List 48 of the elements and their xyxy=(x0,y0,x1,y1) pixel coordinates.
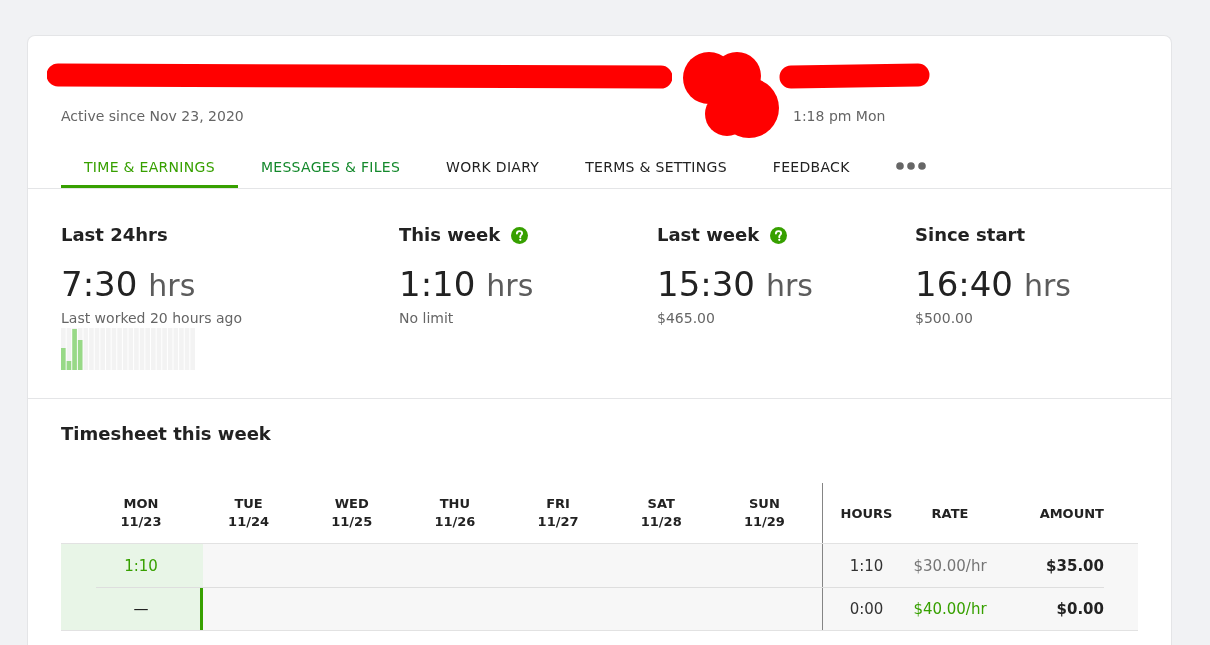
date-label: 11/28 xyxy=(640,513,682,531)
date-label: 11/24 xyxy=(228,513,270,531)
stat-unit: hrs xyxy=(1024,267,1071,305)
amount-text: $0.00 xyxy=(1056,599,1104,618)
tab[interactable]: MESSAGES & FILES xyxy=(237,147,424,188)
stat-unit: hrs xyxy=(148,267,196,305)
stat-title: Last week xyxy=(657,223,760,247)
rate-text: $40.00/hr xyxy=(913,599,987,618)
stat-note: $465.00 xyxy=(657,309,715,327)
date-label: 11/26 xyxy=(434,513,476,531)
tab[interactable]: TERMS & SETTINGS xyxy=(562,147,750,188)
date-label: 11/29 xyxy=(743,513,785,531)
rate-text: $30.00/hr xyxy=(913,556,987,575)
tab[interactable]: WORK DIARY xyxy=(423,147,563,188)
column-heading: RATE xyxy=(930,504,970,523)
date-label: 11/27 xyxy=(537,513,579,531)
stat-title: Last 24hrs xyxy=(61,223,168,247)
date-label: 11/23 xyxy=(120,513,162,531)
day-label: SAT xyxy=(647,495,675,513)
day-label: TUE xyxy=(234,495,263,513)
stat-value: 15:30 xyxy=(657,263,755,306)
hours-value: 0:00 xyxy=(822,587,910,630)
more-icon xyxy=(895,161,926,170)
stat-title: Since start xyxy=(915,223,1026,247)
time-entry: — xyxy=(133,599,149,618)
stat-note: No limit xyxy=(399,309,454,327)
section-title: Timesheet this week xyxy=(61,422,271,446)
day-label: MON xyxy=(123,495,159,513)
stat-title: This week xyxy=(399,223,501,247)
help-icon[interactable] xyxy=(770,226,788,244)
stat-note: Last worked 20 hours ago xyxy=(61,309,243,327)
help-icon[interactable] xyxy=(511,226,529,244)
date-label: 11/25 xyxy=(331,513,373,531)
stat-value: 1:10 xyxy=(399,263,476,306)
active-since-text: Active since Nov 23, 2020 xyxy=(61,107,244,126)
day-label: FRI xyxy=(546,495,570,513)
amount-text: $35.00 xyxy=(1046,556,1104,575)
stat-note: $500.00 xyxy=(915,309,973,327)
day-label: SUN xyxy=(749,495,780,513)
day-label: WED xyxy=(334,495,369,513)
tab[interactable]: FEEDBACK xyxy=(749,147,873,188)
stat-unit: hrs xyxy=(486,267,534,305)
day-label: THU xyxy=(439,495,471,513)
local-time-text: 1:18 pm Mon xyxy=(793,107,886,126)
stat-unit: hrs xyxy=(766,267,813,305)
stat-value: 16:40 xyxy=(915,263,1013,306)
stat-value: 7:30 xyxy=(61,263,138,306)
column-heading: AMOUNT xyxy=(1038,504,1104,523)
